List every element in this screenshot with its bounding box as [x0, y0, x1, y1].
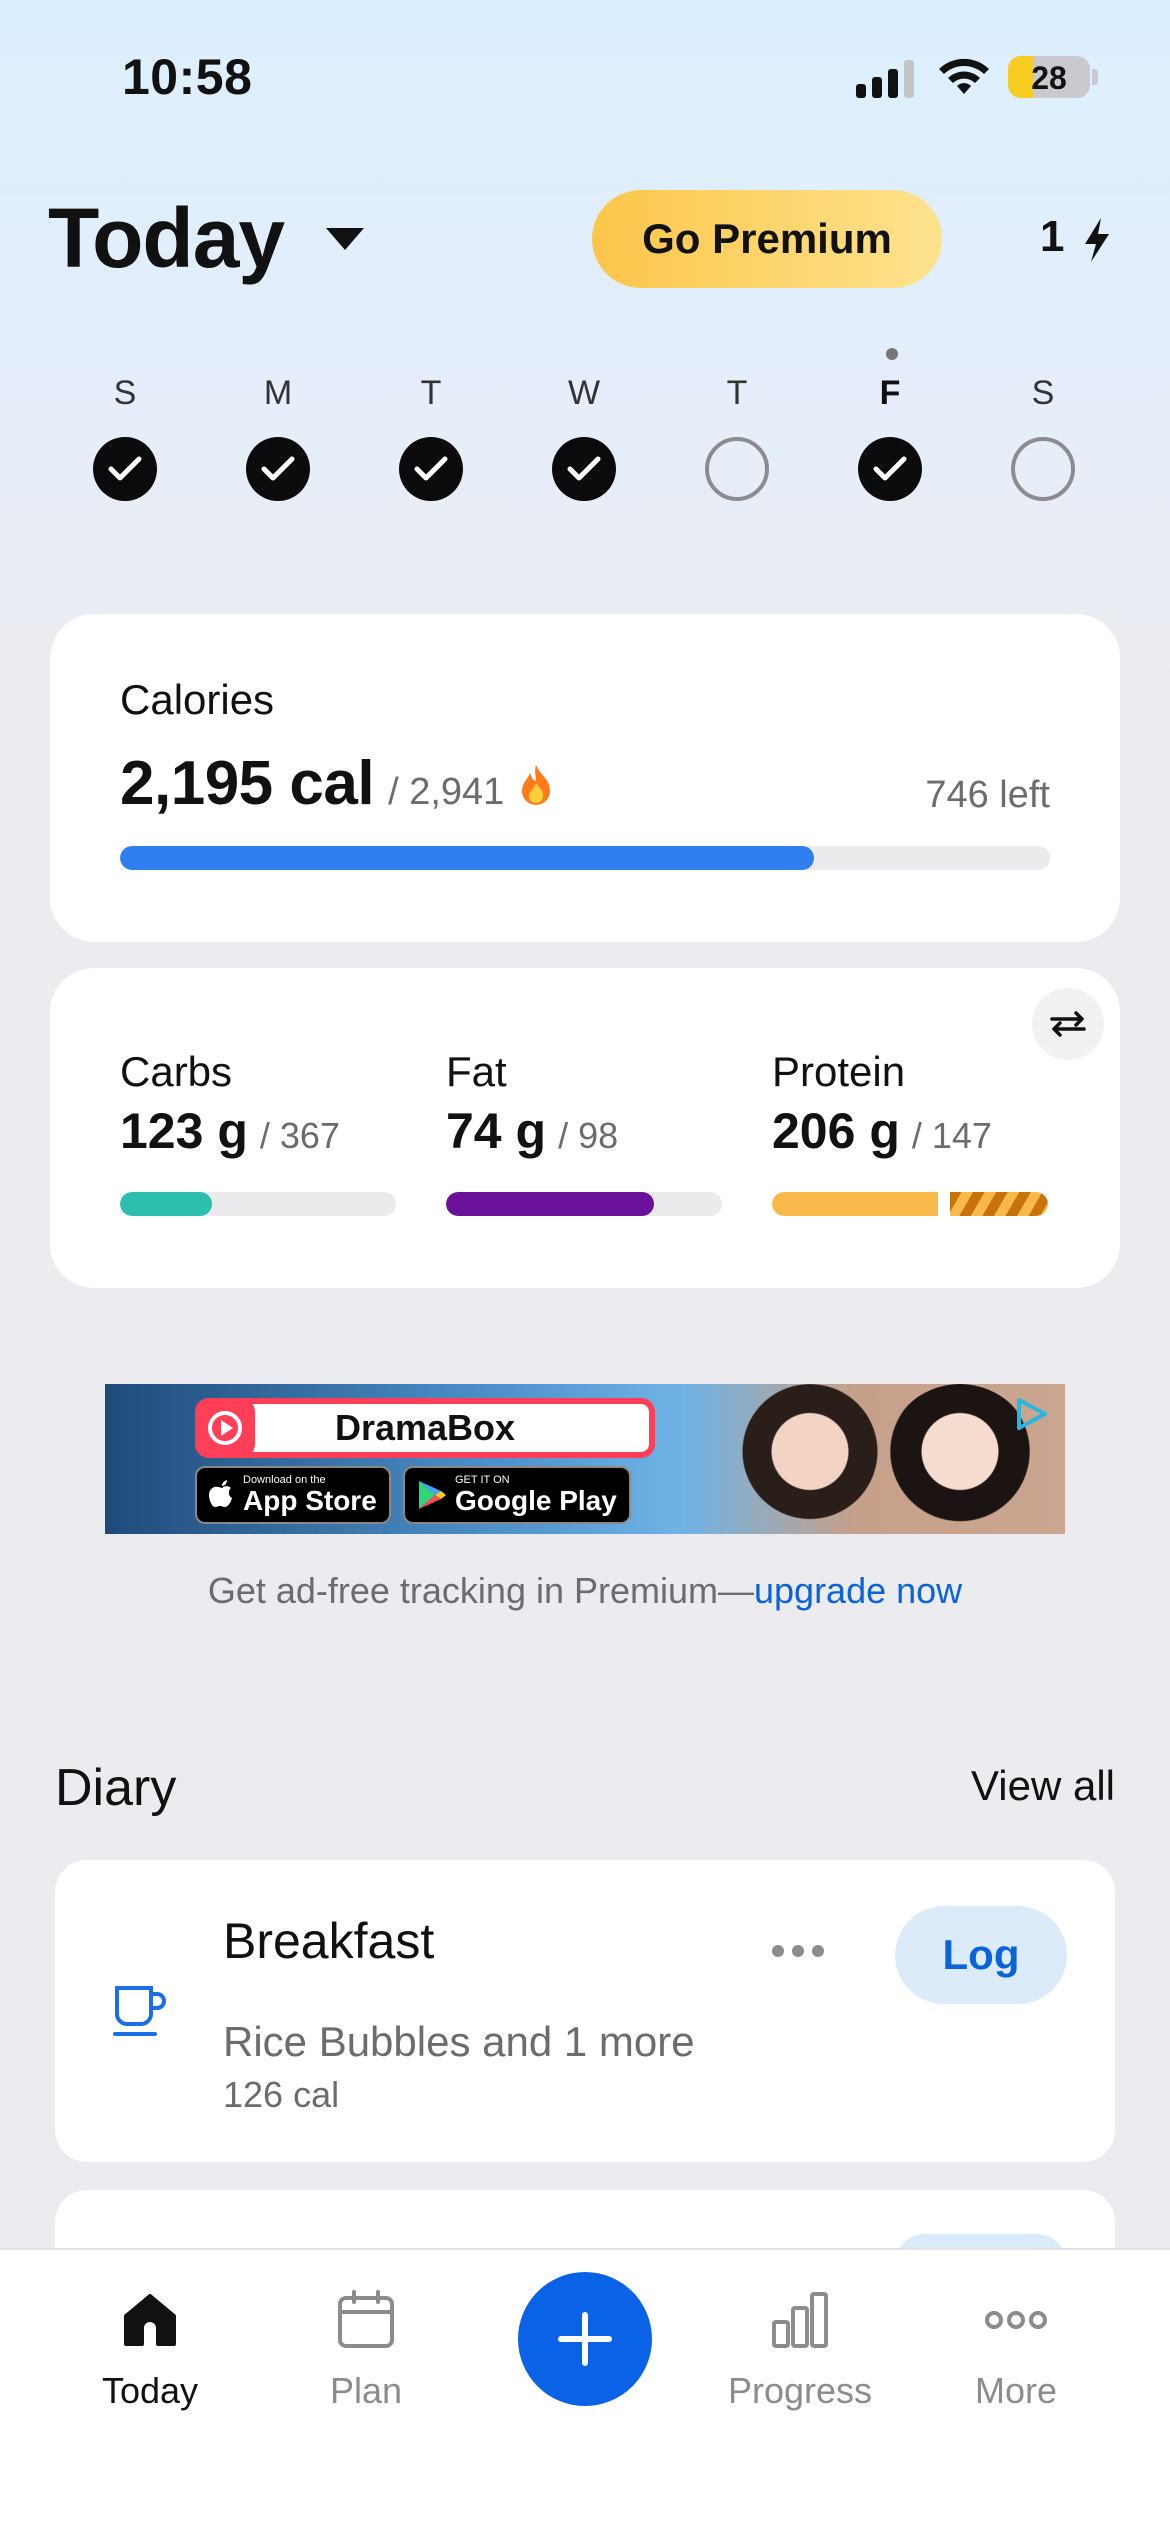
day-incomplete-circle-icon[interactable]: [1011, 437, 1075, 501]
calendar-icon[interactable]: [334, 2288, 398, 2352]
tab-progress[interactable]: Progress: [700, 2370, 900, 2412]
more-options-icon[interactable]: [771, 1944, 825, 1958]
day-complete-checkmark-icon[interactable]: [399, 437, 463, 501]
streak-count[interactable]: 1: [1040, 212, 1064, 262]
day-complete-checkmark-icon[interactable]: [246, 437, 310, 501]
ad-brand-name: DramaBox: [195, 1398, 655, 1458]
day-complete-checkmark-icon[interactable]: [93, 437, 157, 501]
cellular-signal-icon: [856, 60, 914, 98]
day-complete-checkmark-icon[interactable]: [858, 437, 922, 501]
today-indicator-dot: [886, 348, 898, 360]
macro-progress-track: [772, 1192, 1048, 1216]
macro-value: 74 g: [446, 1103, 547, 1159]
macro-summary: 206 g / 147: [772, 1102, 992, 1160]
ad-choices-icon[interactable]: [1011, 1394, 1051, 1434]
meal-name: Breakfast: [223, 1913, 435, 1969]
add-entry-button[interactable]: [518, 2272, 652, 2406]
ad-person-image: [735, 1384, 885, 1534]
play-logo-icon: [195, 1398, 255, 1458]
google-play-badge[interactable]: GET IT ON Google Play: [403, 1466, 631, 1524]
app-store-badge[interactable]: Download on the App Store: [195, 1466, 391, 1524]
macro-progress-bar: [772, 1192, 938, 1216]
more-icon[interactable]: [984, 2288, 1048, 2352]
weekday-label[interactable]: M: [238, 374, 318, 413]
macro-progress-bar: [120, 1192, 213, 1216]
lightning-bolt-icon[interactable]: [1082, 218, 1112, 262]
ad-banner[interactable]: DramaBox Download on the App Store GET IT…: [105, 1384, 1065, 1534]
go-premium-button[interactable]: Go Premium: [592, 190, 942, 288]
calories-consumed: 2,195 cal: [120, 749, 375, 818]
diary-title: Diary: [55, 1759, 177, 1817]
weekday-label[interactable]: S: [85, 374, 165, 413]
tab-more[interactable]: More: [916, 2370, 1116, 2412]
weekday-label[interactable]: T: [697, 374, 777, 413]
weekday-label[interactable]: F: [850, 374, 930, 413]
day-complete-checkmark-icon[interactable]: [552, 437, 616, 501]
tab-today[interactable]: Today: [50, 2370, 250, 2412]
wifi-icon: [939, 58, 989, 94]
cup-icon: [113, 1986, 166, 2036]
macro-value: 206 g: [772, 1103, 900, 1159]
macro-summary: 74 g / 98: [446, 1102, 618, 1160]
macro-goal: / 98: [558, 1115, 619, 1156]
battery-cap: [1092, 69, 1098, 85]
calories-left: 746 left: [925, 774, 1050, 816]
view-all-link[interactable]: View all: [971, 1762, 1115, 1810]
macro-overflow-bar: [950, 1192, 1048, 1216]
calories-summary: 2,195 cal / 2,941: [120, 748, 554, 819]
calories-goal: / 2,941: [388, 771, 505, 813]
meal-calories: 126 cal: [223, 2074, 340, 2115]
weekday-label[interactable]: W: [544, 374, 624, 413]
tab-plan[interactable]: Plan: [266, 2370, 466, 2412]
bar-chart-icon[interactable]: [768, 2288, 832, 2352]
upgrade-now-link[interactable]: upgrade now: [754, 1570, 962, 1611]
meal-card-breakfast[interactable]: Breakfast Rice Bubbles and 1 more 126 ca…: [55, 1860, 1115, 2162]
macro-progress-track: [446, 1192, 722, 1216]
battery-icon: 28: [1008, 56, 1090, 98]
apple-icon: [209, 1480, 232, 1507]
macro-value: 123 g: [120, 1103, 248, 1159]
macro-summary: 123 g / 367: [120, 1102, 340, 1160]
status-time: 10:58: [122, 49, 253, 105]
google-play-icon: [419, 1481, 446, 1509]
meal-items: Rice Bubbles and 1 more: [223, 2018, 695, 2065]
day-incomplete-circle-icon[interactable]: [705, 437, 769, 501]
page-title[interactable]: Today: [48, 190, 285, 287]
app-store-text: App Store: [243, 1485, 377, 1516]
macro-name: Fat: [446, 1048, 507, 1095]
log-meal-button[interactable]: Log: [895, 1906, 1067, 2004]
chevron-down-icon[interactable]: [326, 228, 364, 250]
macro-name: Protein: [772, 1048, 906, 1095]
calories-progress-track: [120, 846, 1050, 870]
macro-progress-bar: [446, 1192, 655, 1216]
home-icon[interactable]: [118, 2288, 182, 2352]
google-play-text: Google Play: [455, 1485, 617, 1516]
macros-card[interactable]: Carbs 123 g / 367 Fat 74 g / 98 Protein 206 g / …: [50, 968, 1120, 1288]
plus-icon: [558, 2312, 612, 2366]
calories-card[interactable]: Calories 2,195 cal / 2,941 746 left: [50, 614, 1120, 942]
calories-label: Calories: [120, 676, 275, 723]
swap-arrows-icon: [1050, 1011, 1086, 1037]
premium-promo: Get ad-free tracking in Premium—upgrade …: [0, 1570, 1170, 1612]
macro-progress-track: [120, 1192, 396, 1216]
flame-icon: [522, 764, 551, 805]
calories-progress-bar: [120, 846, 814, 870]
promo-text: Get ad-free tracking in Premium—: [207, 1570, 754, 1611]
weekday-label[interactable]: S: [1003, 374, 1083, 413]
weekday-label[interactable]: T: [391, 374, 471, 413]
macro-goal: / 367: [259, 1115, 340, 1156]
swap-view-button[interactable]: [1032, 988, 1104, 1060]
macro-name: Carbs: [120, 1048, 233, 1095]
battery-level: 28: [1031, 60, 1067, 96]
macro-goal: / 147: [911, 1115, 992, 1156]
